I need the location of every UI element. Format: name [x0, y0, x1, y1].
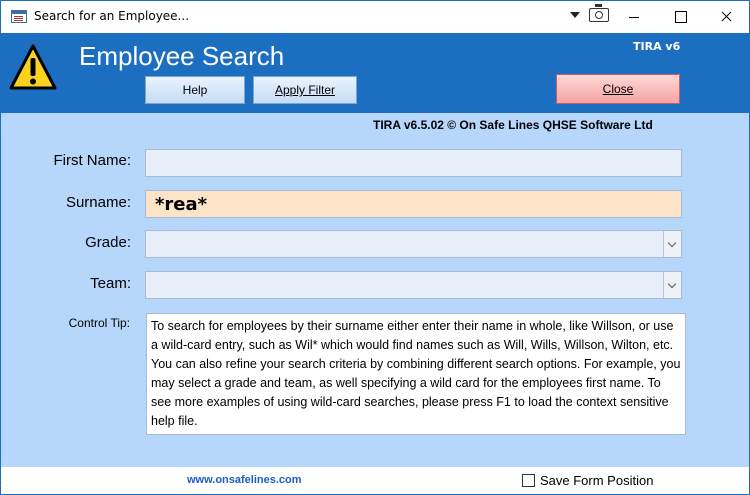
- chevron-down-icon[interactable]: [663, 231, 681, 257]
- footer: www.onsafelines.com Save Form Position: [1, 467, 749, 494]
- help-button[interactable]: Help: [145, 76, 245, 104]
- grade-select[interactable]: [145, 230, 682, 258]
- close-button-label: Close: [602, 82, 634, 96]
- window-title: Search for an Employee...: [34, 9, 190, 23]
- chevron-down-icon[interactable]: [663, 272, 681, 298]
- version-label: TIRA v6: [633, 40, 681, 53]
- window-close-button[interactable]: [703, 1, 749, 33]
- maximize-button[interactable]: [657, 1, 703, 33]
- camera-icon[interactable]: [589, 4, 609, 22]
- title-bar: Search for an Employee...: [1, 1, 749, 33]
- minimize-button[interactable]: [611, 1, 657, 33]
- employee-search-window: Search for an Employee... Employee Searc…: [0, 0, 750, 495]
- control-tip-label: Control Tip:: [68, 316, 130, 330]
- surname-input[interactable]: *rea*: [145, 190, 682, 218]
- first-name-label: First Name:: [53, 152, 131, 169]
- first-name-input[interactable]: [145, 149, 682, 177]
- page-title: Employee Search: [79, 41, 285, 71]
- grade-label: Grade:: [85, 234, 131, 251]
- copyright-text: TIRA v6.5.02 © On Safe Lines QHSE Softwa…: [373, 118, 653, 132]
- warning-icon: [9, 44, 57, 90]
- header-band: Employee Search TIRA v6 Help Apply Filte…: [1, 33, 749, 113]
- apply-filter-button[interactable]: Apply Filter: [253, 76, 357, 104]
- form-icon: [11, 10, 27, 23]
- save-form-position-label[interactable]: Save Form Position: [540, 473, 653, 488]
- close-button[interactable]: Close: [556, 74, 680, 104]
- surname-label: Surname:: [65, 194, 131, 211]
- help-button-label: Help: [182, 83, 208, 97]
- chevron-down-icon[interactable]: [570, 12, 580, 18]
- website-link[interactable]: www.onsafelines.com: [187, 474, 302, 486]
- save-form-position-checkbox[interactable]: [522, 474, 535, 487]
- apply-filter-button-label: Apply Filter: [274, 83, 336, 97]
- team-select[interactable]: [145, 271, 682, 299]
- team-label: Team:: [90, 275, 131, 292]
- control-tip-text: To search for employees by their surname…: [146, 313, 686, 435]
